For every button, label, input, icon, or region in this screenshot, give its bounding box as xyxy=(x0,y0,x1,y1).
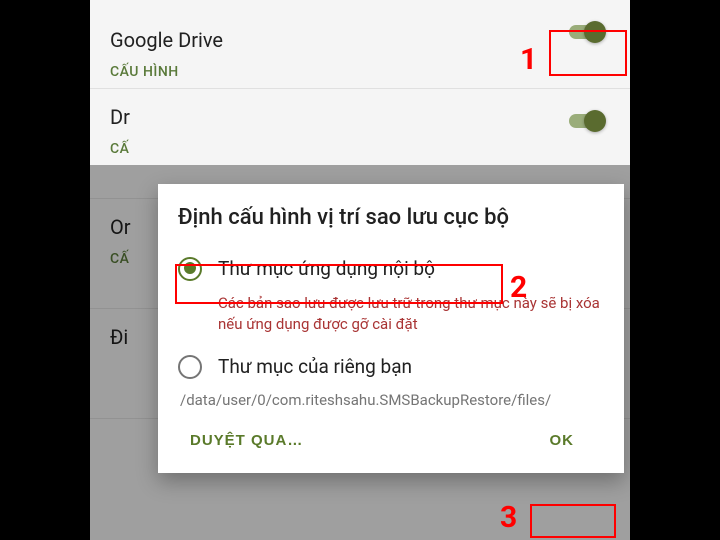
radio-label: Thư mục của riêng bạn xyxy=(218,355,412,378)
list-item-google-drive[interactable]: Google Drive CẤU HÌNH xyxy=(90,0,630,89)
browse-button[interactable]: DUYỆT QUA… xyxy=(178,424,315,457)
radio-icon xyxy=(178,355,202,379)
radio-label: Thư mục ứng dụng nội bộ xyxy=(218,257,435,280)
toggle-thumb xyxy=(584,110,606,132)
dialog-title: Định cấu hình vị trí sao lưu cục bộ xyxy=(178,204,604,233)
configure-link[interactable]: CẤU HÌNH xyxy=(110,64,610,80)
radio-icon xyxy=(178,257,202,281)
toggle-google-drive[interactable] xyxy=(566,20,606,44)
item-title: Google Drive xyxy=(110,28,610,52)
radio-description: Các bản sao lưu được lưu trữ trong thư m… xyxy=(218,293,604,335)
backup-location-dialog: Định cấu hình vị trí sao lưu cục bộ Thư … xyxy=(158,184,624,473)
ok-button[interactable]: OK xyxy=(538,424,605,457)
toggle-thumb xyxy=(584,21,606,43)
radio-custom-folder[interactable]: Thư mục của riêng bạn xyxy=(178,349,604,385)
toggle[interactable] xyxy=(566,109,606,133)
item-title: Dr xyxy=(110,105,610,129)
radio-internal-folder[interactable]: Thư mục ứng dụng nội bộ xyxy=(178,251,604,287)
path-display: /data/user/0/com.riteshsahu.SMSBackupRes… xyxy=(180,391,604,411)
dialog-actions: DUYỆT QUA… OK xyxy=(178,424,604,457)
configure-link[interactable]: CẤ xyxy=(110,141,610,157)
